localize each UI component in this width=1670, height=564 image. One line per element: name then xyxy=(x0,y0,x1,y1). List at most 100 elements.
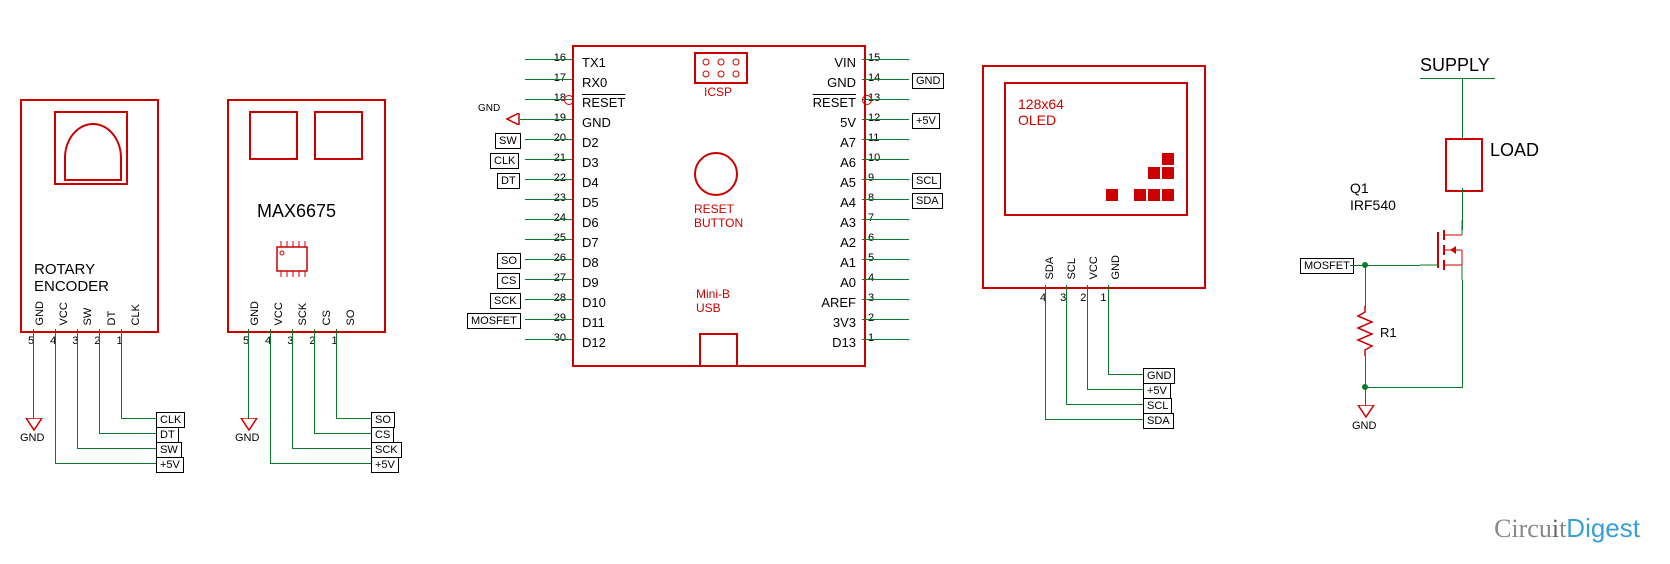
pin-label: D13 xyxy=(813,333,856,353)
pin-label: TX1 xyxy=(582,53,625,73)
net-so: SO xyxy=(371,412,395,428)
arduino-right-labels: VIN GND RESET 5V A7 A6 A5 A4 A3 A2 A1 A0… xyxy=(813,53,856,353)
pin-num: 22 xyxy=(538,168,566,188)
pin-label: 5V xyxy=(813,113,856,133)
pin-num: 9 xyxy=(868,168,896,188)
pin-num: 5 xyxy=(868,248,896,268)
pin-num: 24 xyxy=(538,208,566,228)
net-scl: SCL xyxy=(1143,398,1172,414)
oled-pin-nums: 4 3 2 1 xyxy=(1040,292,1107,304)
gnd-symbol xyxy=(24,418,44,432)
pin-label: D2 xyxy=(582,133,625,153)
pin-num: 18 xyxy=(538,88,566,108)
tc-conn-1 xyxy=(249,111,298,160)
pin-label: D9 xyxy=(582,273,625,293)
pin-label: A4 xyxy=(813,193,856,213)
pin-label: A7 xyxy=(813,133,856,153)
net-5v: +5V xyxy=(371,457,399,473)
pin-label: D4 xyxy=(582,173,625,193)
pin-label: RESET xyxy=(582,93,625,113)
pin-num: 1 xyxy=(868,328,896,348)
pin-label: SDA xyxy=(1044,255,1056,279)
net-mosfet: MOSFET xyxy=(467,313,521,329)
pin-label: CLK xyxy=(130,301,142,325)
q1-label: Q1 xyxy=(1350,180,1369,196)
pin-label: GND xyxy=(1110,255,1122,279)
pin-label: A5 xyxy=(813,173,856,193)
oled-screen: 128x64 OLED xyxy=(1004,82,1188,216)
gnd-label: GND xyxy=(1352,420,1376,432)
pin-num: 1 xyxy=(1100,292,1106,304)
arduino-right-nums: 15 14 13 12 11 10 9 8 7 6 5 4 3 2 1 xyxy=(868,48,896,348)
pin-label: GND xyxy=(813,73,856,93)
chip-icon xyxy=(267,239,317,282)
net-cs: CS xyxy=(497,273,520,289)
net-gnd: GND xyxy=(1143,368,1175,384)
pin-label: D5 xyxy=(582,193,625,213)
rotary-pin-labels: GND VCC SW DT CLK xyxy=(34,301,142,325)
pin-num: 14 xyxy=(868,68,896,88)
oled-title: 128x64 OLED xyxy=(1018,96,1064,128)
pin-label: D7 xyxy=(582,233,625,253)
pin-num: 12 xyxy=(868,108,896,128)
pin-label: VCC xyxy=(58,301,70,325)
pin-num: 7 xyxy=(868,208,896,228)
net-sck: SCK xyxy=(490,293,521,309)
pin-label: A1 xyxy=(813,253,856,273)
net-sda: SDA xyxy=(912,193,943,209)
pin-label: D11 xyxy=(582,313,625,333)
max6675-block: MAX6675 GND VCC SCK CS SO xyxy=(227,99,386,333)
pin-label: VIN xyxy=(813,53,856,73)
pin-label: 3V3 xyxy=(813,313,856,333)
pin-label: RX0 xyxy=(582,73,625,93)
pin-num: 21 xyxy=(538,148,566,168)
pin-num: 2 xyxy=(868,308,896,328)
pin-label: D10 xyxy=(582,293,625,313)
net-sda: SDA xyxy=(1143,413,1174,429)
pin-num: 30 xyxy=(538,328,566,348)
pin-num: 20 xyxy=(538,128,566,148)
pin-label: A2 xyxy=(813,233,856,253)
supply-label: SUPPLY xyxy=(1420,55,1490,76)
pin-num: 23 xyxy=(538,188,566,208)
reset-button-icon xyxy=(694,152,738,196)
pin-num: 13 xyxy=(868,88,896,108)
reset-label: RESET BUTTON xyxy=(694,202,743,230)
net-gnd: GND xyxy=(912,73,944,89)
pin-num: 27 xyxy=(538,268,566,288)
arduino-left-labels: TX1 RX0 RESET GND D2 D3 D4 D5 D6 D7 D8 D… xyxy=(582,53,625,353)
oled-pin-labels: SDA SCL VCC GND xyxy=(1044,255,1122,279)
rotary-title: ROTARY ENCODER xyxy=(34,261,109,295)
pin-num: 16 xyxy=(538,48,566,68)
icsp-label: ICSP xyxy=(704,85,732,99)
pin-num: 29 xyxy=(538,308,566,328)
pin-num: 25 xyxy=(538,228,566,248)
pin-label: RESET xyxy=(813,93,856,113)
net-cs: CS xyxy=(371,427,394,443)
pin-label: A0 xyxy=(813,273,856,293)
pin-label: D6 xyxy=(582,213,625,233)
pin-num: 26 xyxy=(538,248,566,268)
pin-label: VCC xyxy=(1088,255,1100,279)
net-dt: DT xyxy=(156,427,179,443)
arduino-block: ICSP RESET BUTTON Mini-B USB TX1 RX0 RES… xyxy=(572,45,866,367)
net-mosfet: MOSFET xyxy=(1300,258,1354,274)
resistor-symbol xyxy=(1356,306,1374,359)
net-sw: SW xyxy=(156,442,182,458)
irf540-label: IRF540 xyxy=(1350,197,1396,213)
gnd-label: GND xyxy=(478,103,500,114)
pin-num: 4 xyxy=(868,268,896,288)
net-dt: DT xyxy=(497,173,520,189)
encoder-knob-outer xyxy=(54,111,128,185)
max-pin-labels: GND VCC SCK CS SO xyxy=(249,301,357,325)
oled-block: 128x64 OLED SDA SCL VCC GND xyxy=(982,65,1206,289)
max6675-title: MAX6675 xyxy=(257,201,336,222)
usb-label: Mini-B USB xyxy=(696,287,730,315)
load-label: LOAD xyxy=(1490,140,1539,161)
mosfet-symbol xyxy=(1420,220,1480,283)
pin-label: AREF xyxy=(813,293,856,313)
pin-label: D12 xyxy=(582,333,625,353)
net-scl: SCL xyxy=(912,173,941,189)
pin-label: SCL xyxy=(1066,255,1078,279)
pin-num: 3 xyxy=(868,288,896,308)
